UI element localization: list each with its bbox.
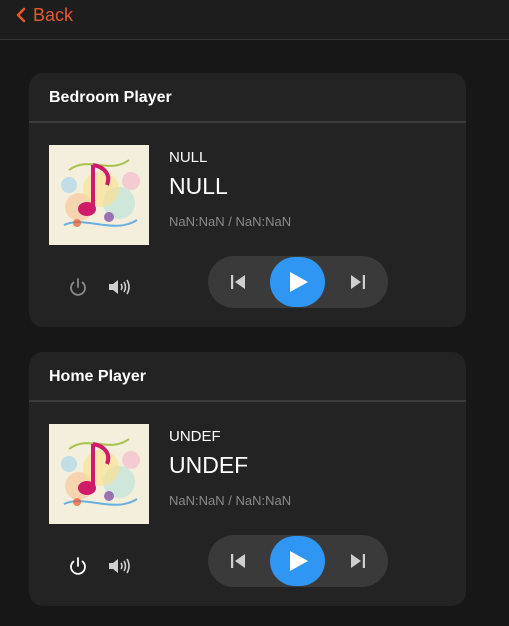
transport-controls [208, 535, 388, 587]
player-title: Home Player [49, 368, 146, 385]
skip-next-icon[interactable] [348, 551, 368, 571]
volume-icon[interactable] [106, 556, 132, 576]
artist-name: NULL [169, 149, 208, 166]
skip-next-icon[interactable] [348, 272, 368, 292]
player-title: Bedroom Player [49, 89, 172, 106]
back-button[interactable]: Back [14, 4, 73, 26]
track-title: UNDEF [169, 452, 249, 478]
play-button[interactable] [270, 536, 325, 586]
skip-previous-icon[interactable] [228, 551, 248, 571]
top-bar: Back [0, 0, 509, 40]
playback-time: NaN:NaN / NaN:NaN [169, 493, 292, 508]
skip-previous-icon[interactable] [228, 272, 248, 292]
chevron-left-icon [14, 5, 30, 25]
card-header: Bedroom Player [29, 73, 466, 123]
album-art [49, 145, 149, 245]
artist-name: UNDEF [169, 428, 221, 445]
power-icon[interactable] [67, 276, 89, 298]
player-card-bedroom: Bedroom Player NULL NULL NaN:NaN / NaN:N… [29, 73, 466, 327]
back-label: Back [33, 4, 74, 25]
volume-icon[interactable] [106, 277, 132, 297]
track-title: NULL [169, 173, 228, 199]
album-art [49, 424, 149, 524]
player-card-home: Home Player UNDEF UNDEF NaN:NaN / NaN:Na… [29, 352, 466, 606]
power-icon[interactable] [67, 555, 89, 577]
playback-time: NaN:NaN / NaN:NaN [169, 214, 292, 229]
play-button[interactable] [270, 257, 325, 307]
transport-controls [208, 256, 388, 308]
card-header: Home Player [29, 352, 466, 402]
